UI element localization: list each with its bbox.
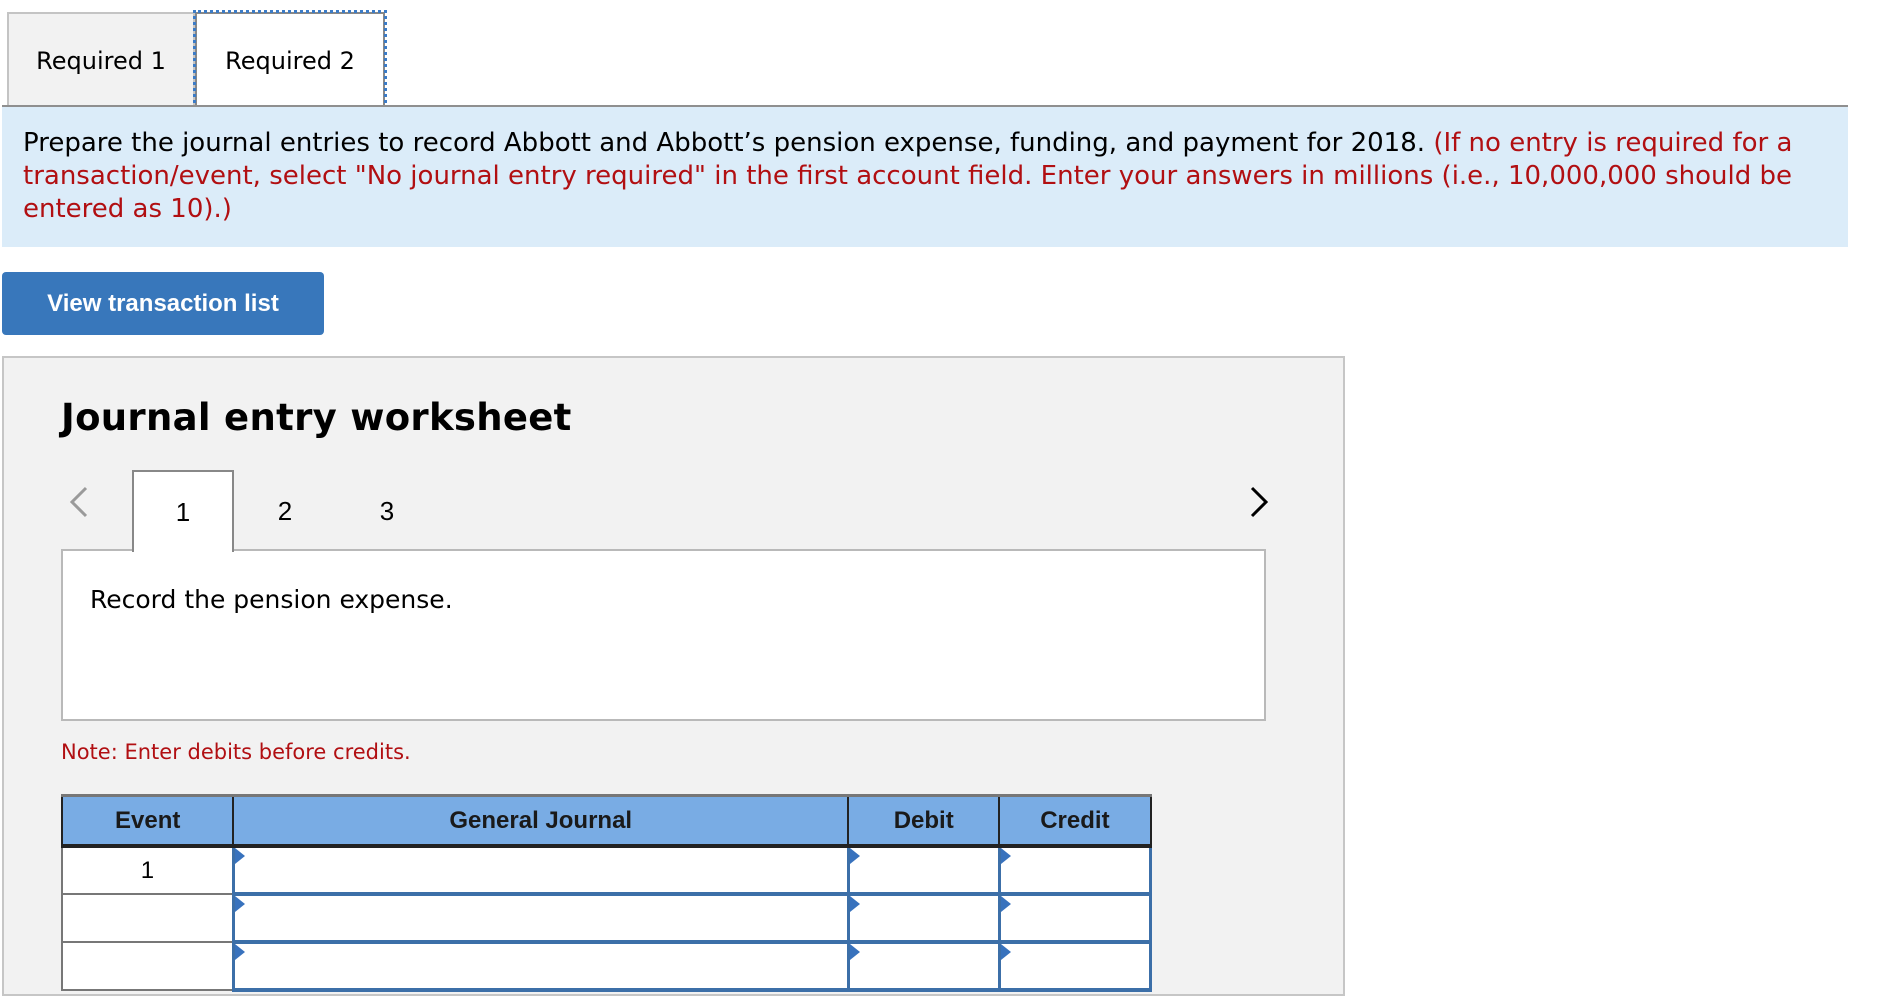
- input-flag-icon: [849, 848, 860, 864]
- credit-input[interactable]: [997, 892, 1153, 944]
- header-debit: Debit: [847, 794, 1001, 848]
- page-tab-label: 2: [277, 495, 293, 526]
- header-general-journal: General Journal: [232, 794, 850, 848]
- event-cell: [60, 941, 235, 991]
- tab-required-1-label: Required 1: [36, 46, 166, 75]
- debit-input[interactable]: [846, 892, 1001, 944]
- header-credit: Credit: [998, 794, 1152, 848]
- credit-input[interactable]: [997, 844, 1153, 896]
- input-flag-icon: [849, 944, 860, 960]
- transaction-description: Record the pension expense.: [61, 549, 1266, 721]
- view-transaction-list-button[interactable]: View transaction list: [2, 272, 324, 335]
- debit-input[interactable]: [846, 844, 1001, 896]
- page-tab-label: 1: [175, 496, 191, 527]
- debits-credits-note: Note: Enter debits before credits.: [61, 740, 411, 764]
- worksheet-page-tab-3[interactable]: 3: [352, 470, 422, 552]
- dropdown-flag-icon: [234, 944, 245, 960]
- table-row: [60, 940, 1153, 992]
- chevron-right-icon[interactable]: [1244, 484, 1274, 520]
- input-flag-icon: [849, 896, 860, 912]
- event-cell: 1: [60, 845, 235, 895]
- account-input[interactable]: [231, 940, 850, 992]
- input-flag-icon: [1000, 848, 1011, 864]
- tab-required-2[interactable]: Required 2: [193, 10, 387, 109]
- transaction-description-text: Record the pension expense.: [90, 585, 453, 614]
- table-row: [60, 892, 1153, 944]
- dropdown-flag-icon: [234, 848, 245, 864]
- table-header-row: Event General Journal Debit Credit: [60, 794, 1152, 848]
- account-input[interactable]: [231, 892, 850, 944]
- debit-input[interactable]: [846, 940, 1001, 992]
- journal-table: Event General Journal Debit Credit 1: [60, 794, 1153, 992]
- account-input[interactable]: [231, 844, 850, 896]
- table-row: 1: [60, 844, 1153, 896]
- page-tab-label: 3: [379, 495, 395, 526]
- header-event: Event: [60, 794, 235, 848]
- instructions-main: Prepare the journal entries to record Ab…: [23, 128, 1426, 158]
- chevron-left-icon[interactable]: [64, 484, 94, 520]
- worksheet-title: Journal entry worksheet: [61, 396, 572, 439]
- input-flag-icon: [1000, 944, 1011, 960]
- worksheet-page-tab-1[interactable]: 1: [132, 470, 234, 552]
- dropdown-flag-icon: [234, 896, 245, 912]
- instructions-box: Prepare the journal entries to record Ab…: [2, 107, 1848, 247]
- credit-input[interactable]: [997, 940, 1153, 992]
- tab-required-1[interactable]: Required 1: [7, 12, 195, 107]
- tab-required-2-label: Required 2: [225, 46, 355, 75]
- input-flag-icon: [1000, 896, 1011, 912]
- worksheet-page-tab-2[interactable]: 2: [250, 470, 320, 552]
- event-cell: [60, 893, 235, 943]
